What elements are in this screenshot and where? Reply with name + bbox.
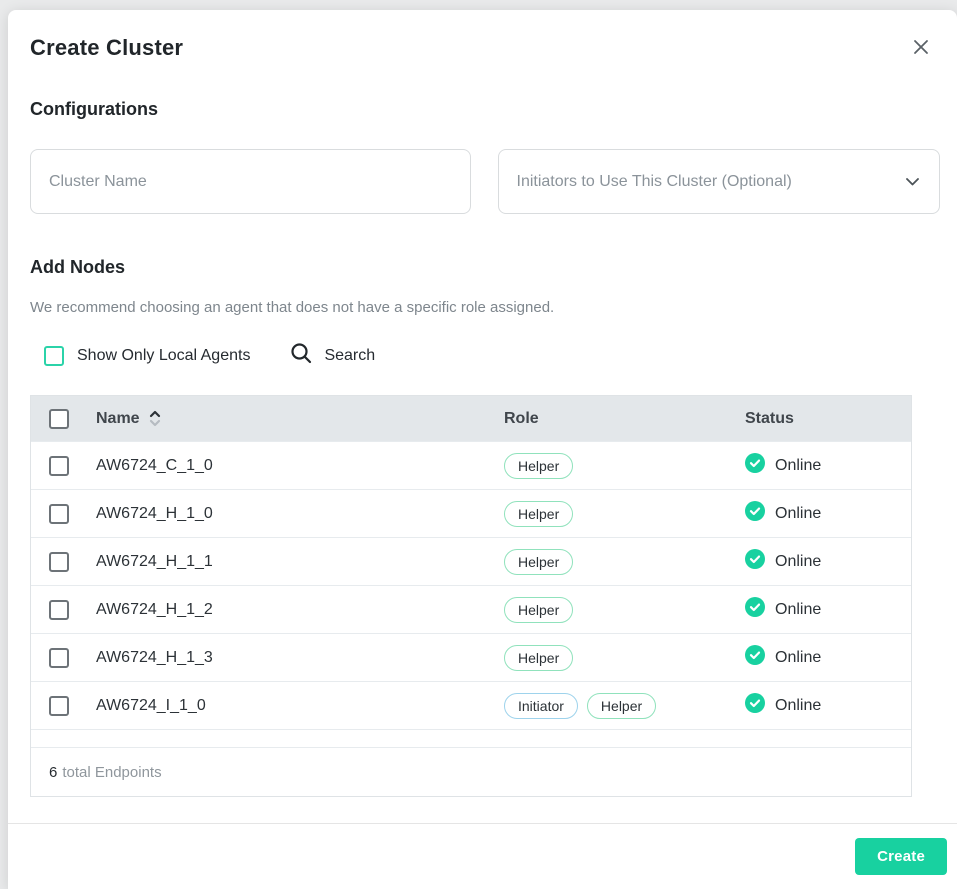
row-checkbox[interactable] [49,648,69,668]
endpoint-count: 6 [49,764,57,781]
show-only-local-agents-checkbox[interactable] [44,346,64,366]
status-text: Online [775,697,821,715]
status-text: Online [775,457,821,475]
node-name: AW6724_H_1_2 [96,601,504,619]
create-cluster-modal: Create Cluster Configurations Initiators… [8,10,957,889]
initiators-select[interactable]: Initiators to Use This Cluster (Optional… [498,149,941,214]
create-button[interactable]: Create [855,838,947,875]
node-name: AW6724_H_1_0 [96,505,504,523]
online-check-icon [745,597,765,622]
cluster-name-input[interactable] [30,149,471,214]
table-row: AW6724_C_1_0 Helper Online [31,441,911,489]
online-check-icon [745,549,765,574]
row-checkbox[interactable] [49,600,69,620]
role-badge-helper: Helper [587,693,656,719]
modal-title: Create Cluster [30,35,183,61]
role-badge-helper: Helper [504,453,573,479]
role-badge-initiator: Initiator [504,693,578,719]
modal-footer: Create [8,823,957,889]
configurations-heading: Configurations [30,99,957,120]
table-footer: 6 total Endpoints [31,747,911,796]
search-label: Search [324,347,375,365]
table-row: AW6724_H_1_1 Helper Online [31,537,911,585]
role-badge-helper: Helper [504,549,573,575]
select-all-checkbox[interactable] [49,409,69,429]
row-checkbox[interactable] [49,552,69,572]
row-checkbox[interactable] [49,456,69,476]
table-row: AW6724_H_1_2 Helper Online [31,585,911,633]
modal-header: Create Cluster [8,10,957,61]
chevron-down-icon [906,173,919,191]
status-text: Online [775,649,821,667]
add-nodes-description: We recommend choosing an agent that does… [30,299,957,316]
table-gap [31,729,911,747]
row-checkbox[interactable] [49,696,69,716]
column-header-role: Role [504,410,745,428]
status-text: Online [775,505,821,523]
table-row: AW6724_H_1_3 Helper Online [31,633,911,681]
table-row: AW6724_I_1_0 Initiator Helper Online [31,681,911,729]
endpoint-count-label: total Endpoints [62,764,161,781]
table-row: AW6724_H_1_0 Helper Online [31,489,911,537]
node-name: AW6724_H_1_3 [96,649,504,667]
search-icon [290,342,312,369]
node-name: AW6724_H_1_1 [96,553,504,571]
column-header-name: Name [96,410,140,428]
column-header-status: Status [745,410,911,428]
role-badge-helper: Helper [504,597,573,623]
nodes-table: Name Role Status AW6724_C_1_0 Helper Onl… [30,395,912,797]
filter-row: Show Only Local Agents Search [44,342,957,369]
online-check-icon [745,693,765,718]
online-check-icon [745,501,765,526]
show-only-local-agents-label: Show Only Local Agents [77,347,250,365]
configurations-inputs: Initiators to Use This Cluster (Optional… [30,149,940,214]
node-name: AW6724_C_1_0 [96,457,504,475]
role-badge-helper: Helper [504,501,573,527]
online-check-icon [745,645,765,670]
sort-icon[interactable] [149,410,161,427]
search-control[interactable]: Search [290,342,375,369]
initiators-select-label: Initiators to Use This Cluster (Optional… [517,173,792,191]
status-text: Online [775,553,821,571]
close-button[interactable] [909,35,933,59]
role-badge-helper: Helper [504,645,573,671]
node-name: AW6724_I_1_0 [96,697,504,715]
table-header-row: Name Role Status [31,396,911,441]
close-icon [911,45,931,60]
add-nodes-heading: Add Nodes [30,257,957,278]
status-text: Online [775,601,821,619]
online-check-icon [745,453,765,478]
row-checkbox[interactable] [49,504,69,524]
